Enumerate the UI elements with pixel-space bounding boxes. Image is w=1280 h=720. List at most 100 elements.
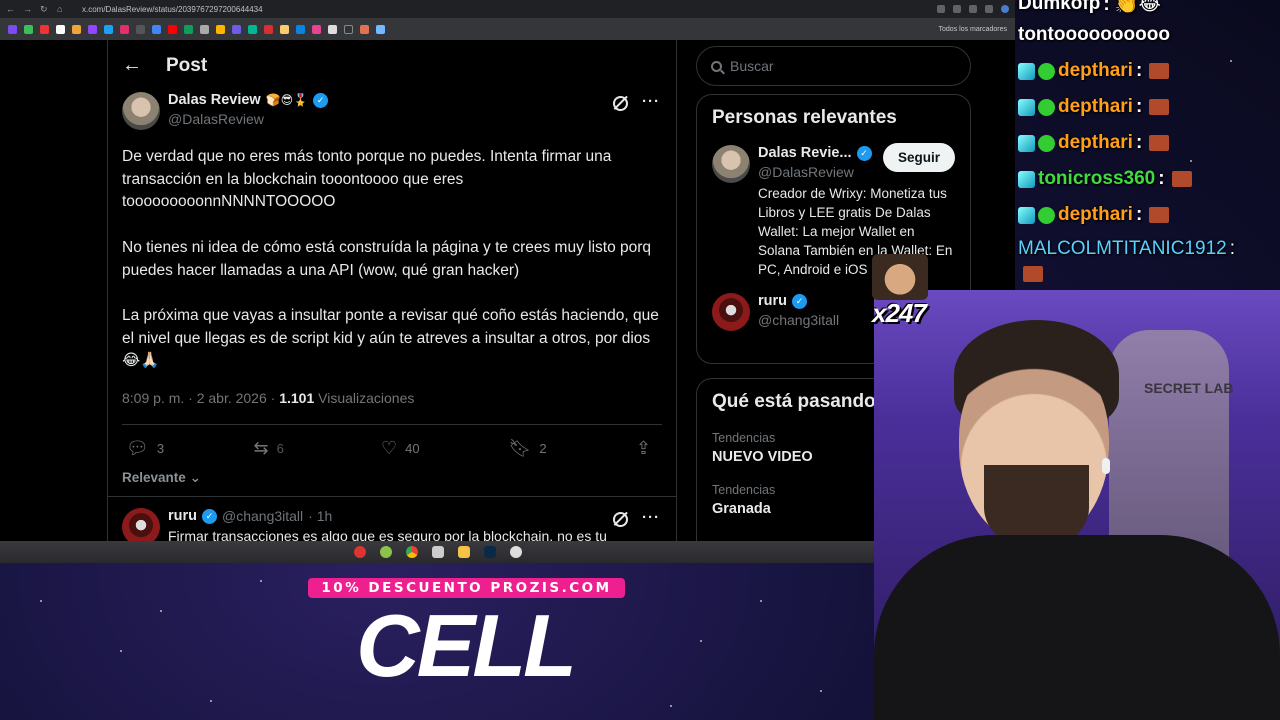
repost-button[interactable]: ⇆ 6 <box>254 438 314 459</box>
reply-button[interactable]: 💬︎ 3 <box>126 438 186 459</box>
chrome-icon[interactable] <box>405 546 418 558</box>
zoom-icon[interactable] <box>953 5 961 13</box>
post-timestamp[interactable]: 8:09 p. m. · 2 abr. 2026 · <box>122 390 279 406</box>
streamer-shirt <box>874 535 1280 720</box>
bookmark-icon[interactable] <box>104 24 113 34</box>
post-text: De verdad que no eres más tonto porque n… <box>122 148 659 370</box>
sort-dropdown[interactable]: Relevante ⌄ <box>122 470 201 486</box>
bookmarks-bar: Todos los marcadores <box>0 18 1015 40</box>
chat-message: tontoooooooooo <box>1018 24 1170 46</box>
sub-badge-icon <box>1018 62 1035 80</box>
reply-time[interactable]: · 1h <box>308 508 332 524</box>
app-icon[interactable] <box>379 546 392 558</box>
photoshop-icon[interactable] <box>483 546 496 558</box>
browser-window: ← → ↻ ⌂ x.com/DalasReview/status/2039767… <box>0 0 1015 545</box>
avatar[interactable] <box>122 508 160 545</box>
like-button[interactable]: ♡ 40 <box>381 438 441 459</box>
share-icon: ⇪ <box>636 438 652 458</box>
bookmark-icon[interactable] <box>200 24 209 34</box>
share-button[interactable]: ⇪ <box>636 438 656 459</box>
promo-banner: 10% DESCUENTO PROZIS.COM <box>308 578 625 598</box>
sub-badge-icon <box>1018 98 1035 116</box>
folder-icon[interactable] <box>457 546 470 558</box>
bookmark-icon[interactable] <box>248 24 257 34</box>
bookmark-icon[interactable] <box>136 24 145 34</box>
bookmark-icon[interactable] <box>168 24 177 34</box>
sort-label: Relevante <box>122 470 186 485</box>
follow-button[interactable]: Seguir <box>882 143 955 172</box>
heart-icon: ♡ <box>381 438 398 458</box>
grok-icon[interactable] <box>610 509 631 530</box>
emote-icon <box>1149 99 1170 115</box>
all-bookmarks-link[interactable]: Todos los marcadores <box>939 26 1007 33</box>
like-count: 40 <box>405 441 420 456</box>
back-nav-icon[interactable]: ← <box>6 4 15 14</box>
bookmark-icon[interactable] <box>360 24 369 34</box>
app-icon[interactable] <box>509 546 522 558</box>
column-divider <box>676 40 677 545</box>
views-count: 1.101 <box>279 390 315 406</box>
bookmark-icon[interactable] <box>264 24 273 34</box>
avatar[interactable] <box>122 92 160 130</box>
person-name[interactable]: ruru <box>758 293 787 309</box>
bookmark-button[interactable]: 🔖︎ 2 <box>509 438 569 459</box>
bookmark-icon[interactable] <box>344 24 353 34</box>
reply-icon: 💬︎ <box>126 438 149 458</box>
chat-text: : 👏😂 <box>1103 0 1161 15</box>
grok-icon[interactable] <box>610 93 631 114</box>
chat-text: : <box>1135 60 1143 81</box>
reply-author-handle[interactable]: @chang3itall <box>222 508 303 524</box>
bookmark-icon[interactable] <box>328 24 337 34</box>
bookmark-icon[interactable] <box>376 24 385 34</box>
taskbar <box>0 541 875 563</box>
post-column: ← Post Dalas Review 🍞😎🎖️ ✓ @DalasReview … <box>108 40 676 545</box>
promo-text: 10% DESCUENTO PROZIS.COM <box>321 580 612 596</box>
reply-count: 3 <box>156 441 165 456</box>
chat-message: depthari : <box>1018 204 1170 226</box>
avatar[interactable] <box>712 293 750 331</box>
bookmark-icon[interactable] <box>88 24 97 34</box>
share-icon[interactable] <box>937 5 945 13</box>
home-icon[interactable]: ⌂ <box>57 4 66 14</box>
chair-brand: SECRET LAB <box>1144 380 1234 396</box>
person-name[interactable]: Dalas Revie... <box>758 145 852 161</box>
bookmark-icon[interactable] <box>120 24 129 34</box>
bookmark-icon[interactable] <box>312 24 321 34</box>
promo-code: CELL <box>356 596 577 695</box>
search-input[interactable]: Buscar <box>696 46 971 86</box>
divider <box>108 496 676 497</box>
extension-icon[interactable] <box>985 5 993 13</box>
reply-item[interactable]: ruru ✓ @chang3itall · 1h Firmar transacc… <box>122 508 607 545</box>
bookmark-icon[interactable] <box>296 24 305 34</box>
app-icon[interactable] <box>431 546 444 558</box>
bookmark-icon[interactable] <box>280 24 289 34</box>
more-options-icon[interactable]: ··· <box>642 510 660 527</box>
bookmark-icon[interactable] <box>40 24 49 34</box>
app-icon[interactable] <box>353 546 366 558</box>
chat-text: tontoooooooooo <box>1018 24 1170 45</box>
post-author: Dalas Review 🍞😎🎖️ ✓ @DalasReview <box>122 92 329 130</box>
url-field[interactable]: x.com/DalasReview/status/203976729720064… <box>82 5 263 14</box>
avatar[interactable] <box>712 145 750 183</box>
bookmark-icon[interactable] <box>56 24 65 34</box>
back-arrow-icon[interactable]: ← <box>122 54 142 77</box>
bookmark-icon[interactable] <box>24 24 33 34</box>
reload-icon[interactable]: ↻ <box>40 4 49 14</box>
forward-nav-icon[interactable]: → <box>23 4 32 14</box>
verified-badge-icon: ✓ <box>792 293 807 309</box>
more-options-icon[interactable]: ··· <box>642 94 660 111</box>
reply-author-name[interactable]: ruru <box>168 508 197 524</box>
bookmark-icon[interactable] <box>232 24 241 34</box>
bookmark-icon[interactable] <box>8 24 17 34</box>
bookmark-icon[interactable] <box>216 24 225 34</box>
profile-icon[interactable] <box>1001 5 1009 13</box>
author-handle[interactable]: @DalasReview <box>168 111 328 127</box>
bookmark-icon[interactable] <box>184 24 193 34</box>
star-icon[interactable] <box>969 5 977 13</box>
repost-icon: ⇆ <box>253 438 269 458</box>
chevron-down-icon: ⌄ <box>189 470 201 485</box>
bookmark-icon[interactable] <box>72 24 81 34</box>
author-name[interactable]: Dalas Review <box>168 92 261 108</box>
bookmark-icon[interactable] <box>152 24 161 34</box>
prime-badge-icon <box>1038 134 1055 152</box>
